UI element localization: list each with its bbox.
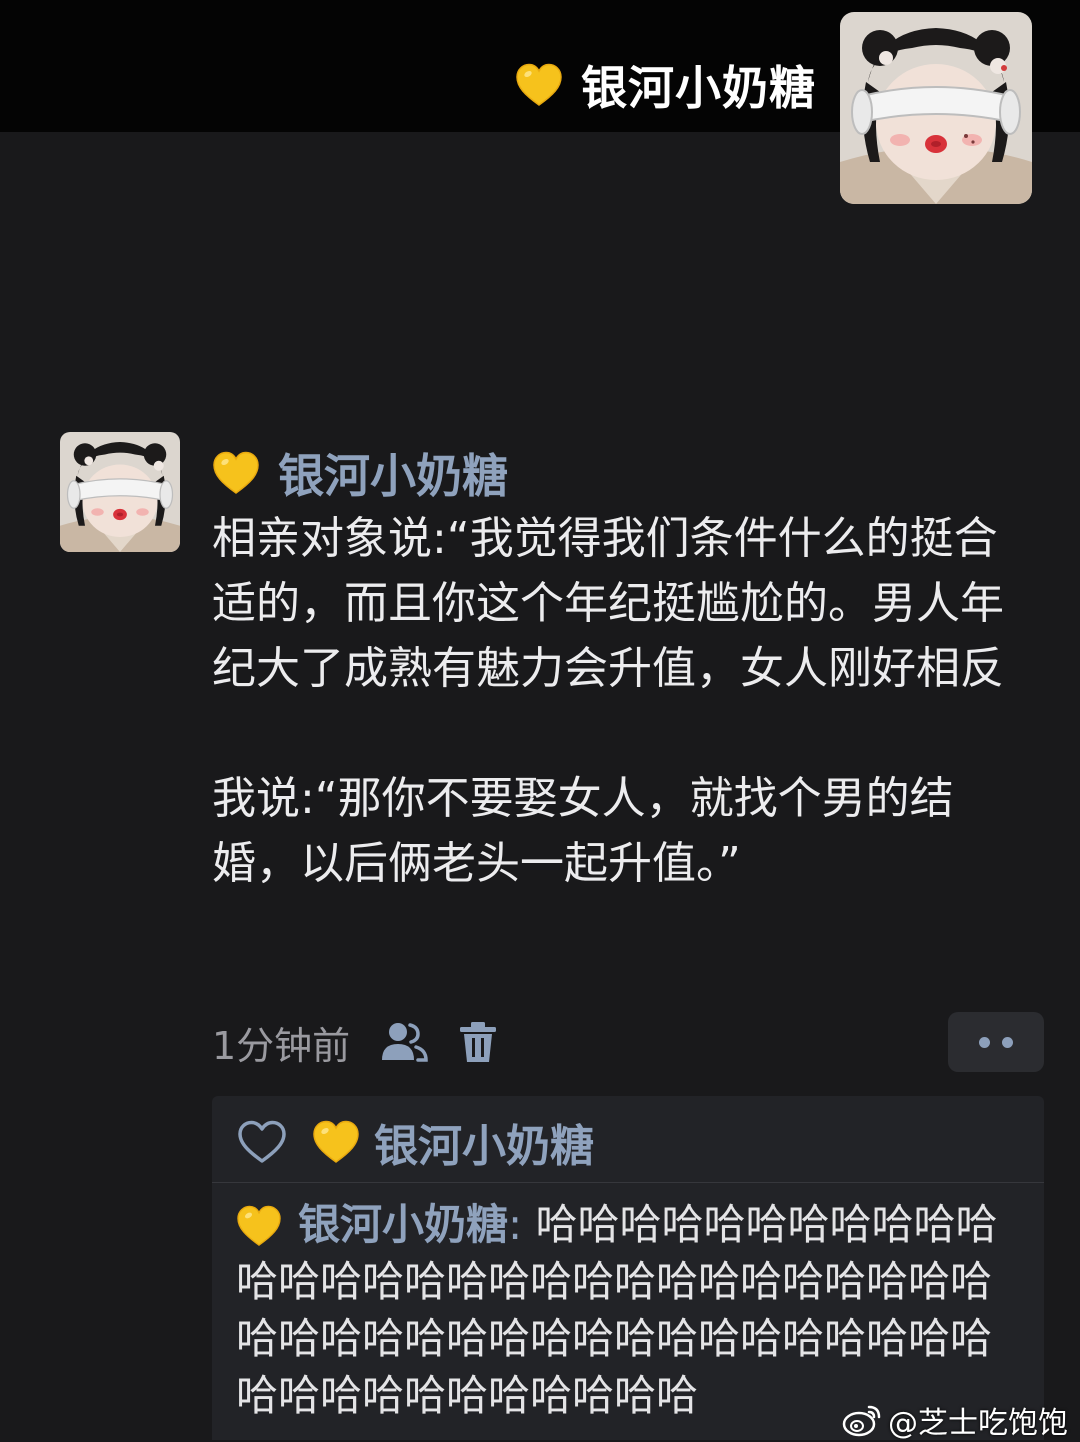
watermark: @芝士吃饱饱 [842, 1398, 1068, 1442]
post-content: 相亲对象说:“我觉得我们条件什么的挺合适的，而且你这个年纪挺尴尬的。男人年纪大了… [212, 506, 1032, 896]
comment-separator: : [508, 1200, 523, 1249]
post-meta-row: 1分钟前 [212, 1016, 498, 1068]
heart-outline-icon[interactable] [236, 1119, 288, 1165]
comment-item: 银河小奶糖: 哈哈哈哈哈哈哈哈哈哈哈哈哈哈哈哈哈哈哈哈哈哈哈哈哈哈哈哈哈哈哈哈哈… [236, 1196, 1026, 1424]
likes-row: 银河小奶糖 [236, 1112, 594, 1172]
watermark-text: @芝士吃饱饱 [888, 1406, 1068, 1441]
people-icon[interactable] [380, 1020, 428, 1064]
liker-name[interactable]: 银河小奶糖 [374, 1110, 594, 1174]
yellow-heart-icon [515, 63, 563, 107]
post-paragraph: 相亲对象说:“我觉得我们条件什么的挺合适的，而且你这个年纪挺尴尬的。男人年纪大了… [212, 513, 1004, 694]
post-timestamp: 1分钟前 [212, 1023, 351, 1068]
more-options-button[interactable] [948, 1012, 1044, 1072]
profile-avatar[interactable] [840, 12, 1032, 204]
post-author-group[interactable]: 银河小奶糖 [212, 440, 508, 506]
comment-author[interactable]: 银河小奶糖 [298, 1200, 508, 1249]
weibo-logo-icon [842, 1403, 882, 1437]
more-icon-dot [1002, 1036, 1013, 1048]
profile-name-group[interactable]: 银河小奶糖 [515, 52, 816, 118]
yellow-heart-icon [312, 1120, 360, 1164]
more-icon-dot [979, 1036, 990, 1048]
post-paragraph: 我说:“那你不要娶女人，就找个男的结婚，以后俩老头一起升值。” [212, 773, 954, 889]
post-author-avatar[interactable] [60, 432, 180, 552]
trash-icon[interactable] [458, 1020, 498, 1064]
profile-header: 银河小奶糖 [0, 0, 1080, 204]
post-author-name: 银河小奶糖 [278, 449, 508, 503]
panel-divider [212, 1182, 1044, 1183]
yellow-heart-icon [236, 1205, 282, 1247]
profile-username: 银河小奶糖 [581, 61, 816, 115]
yellow-heart-icon [212, 451, 260, 495]
